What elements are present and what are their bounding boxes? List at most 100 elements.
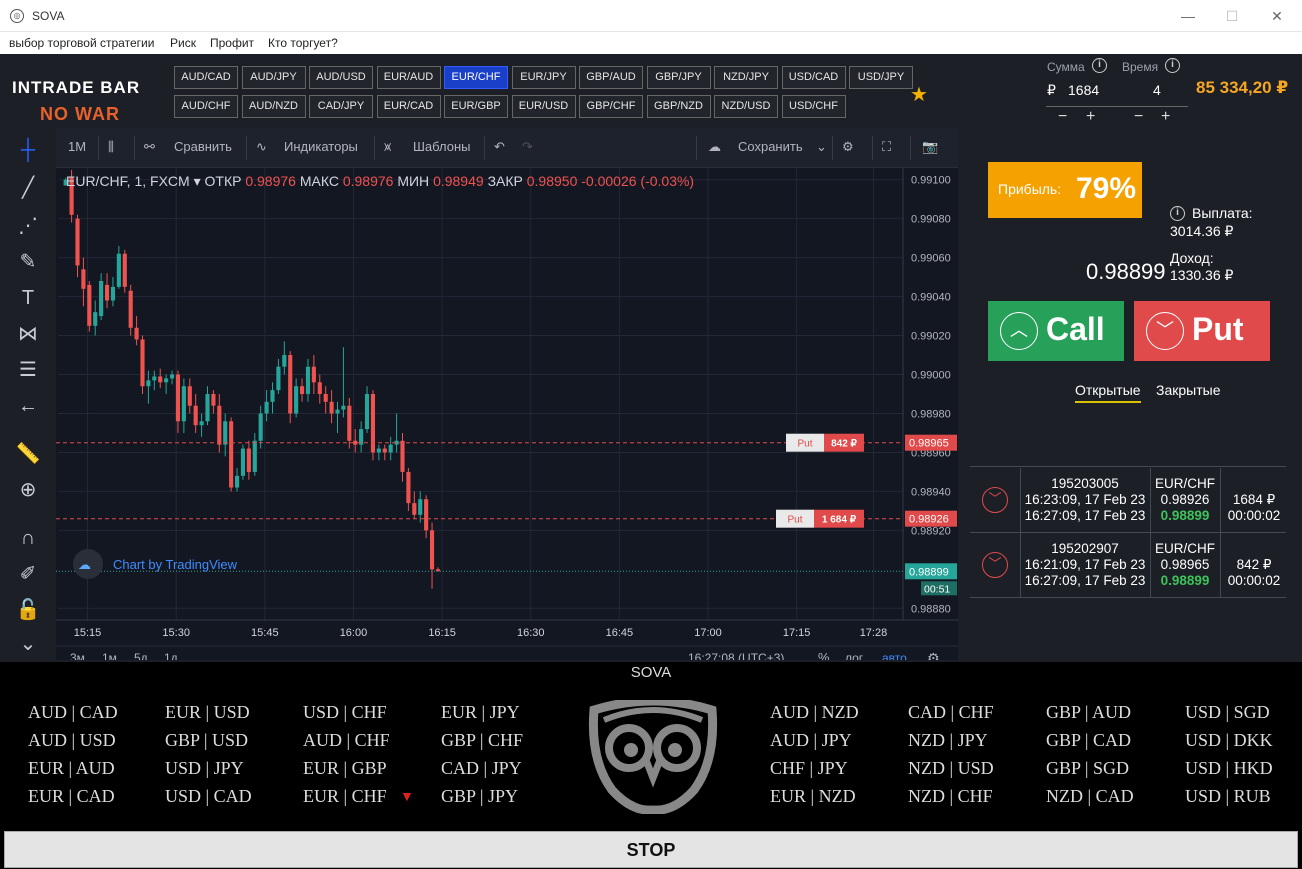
fib-tool-icon[interactable]: ⋰ bbox=[14, 212, 42, 240]
sova-pair-aud-nzd[interactable]: AUD | NZD bbox=[770, 702, 859, 723]
templates-icon[interactable]: ⩙ bbox=[384, 139, 391, 155]
compare-icon[interactable]: ⚯ bbox=[144, 139, 155, 155]
sova-pair-usd-jpy[interactable]: USD | JPY bbox=[165, 758, 244, 779]
menu-risk[interactable]: Риск bbox=[170, 36, 196, 50]
put-button[interactable]: ﹀ Put bbox=[1134, 301, 1270, 361]
back-arrow-icon[interactable]: ← bbox=[14, 392, 42, 420]
menu-strategy[interactable]: выбор торговой стратегии bbox=[9, 36, 154, 50]
sova-pair-cad-chf[interactable]: CAD | CHF bbox=[908, 702, 994, 723]
pair-button-eur-usd[interactable]: EUR/USD bbox=[511, 95, 576, 118]
pair-button-aud-chf[interactable]: AUD/CHF bbox=[174, 95, 238, 118]
trade-row[interactable]: ﹀ 195203005 16:23:09, 17 Feb 23 16:27:09, 1… bbox=[970, 468, 1286, 533]
chart-watermark[interactable]: Chart by TradingView bbox=[113, 557, 238, 572]
favorite-star-icon[interactable]: ★ bbox=[910, 82, 928, 107]
sova-pair-cad-jpy[interactable]: CAD | JPY bbox=[441, 758, 522, 779]
ruler-icon[interactable]: 📏 bbox=[14, 440, 42, 468]
percent-scale-button[interactable]: % bbox=[818, 650, 830, 660]
sova-pair-eur-cad[interactable]: EUR | CAD bbox=[28, 786, 115, 807]
time-input[interactable]: 4 bbox=[1153, 82, 1161, 98]
scale-settings-gear-icon[interactable]: ⚙ bbox=[927, 651, 940, 660]
save-button[interactable]: Сохранить bbox=[738, 139, 803, 154]
zoom-in-icon[interactable]: ⊕ bbox=[14, 476, 42, 504]
compare-button[interactable]: Сравнить bbox=[174, 139, 232, 154]
pair-button-eur-chf[interactable]: EUR/CHF bbox=[444, 66, 508, 89]
sova-pair-gbp-cad[interactable]: GBP | CAD bbox=[1046, 730, 1131, 751]
indicators-icon[interactable]: ∿ bbox=[256, 139, 267, 155]
sova-pair-gbp-jpy[interactable]: GBP | JPY bbox=[441, 786, 518, 807]
sova-pair-aud-chf[interactable]: AUD | CHF bbox=[303, 730, 390, 751]
trend-line-icon[interactable]: ╱ bbox=[14, 174, 42, 202]
log-scale-button[interactable]: лог bbox=[845, 651, 864, 660]
amount-minus-button[interactable]: − bbox=[1058, 109, 1067, 125]
pair-button-nzd-usd[interactable]: NZD/USD bbox=[714, 95, 778, 118]
call-button[interactable]: ︿ Call bbox=[988, 301, 1124, 361]
pair-button-gbp-chf[interactable]: GBP/CHF bbox=[579, 95, 643, 118]
maximize-button[interactable]: ☐ bbox=[1220, 6, 1244, 26]
sova-pair-gbp-sgd[interactable]: GBP | SGD bbox=[1046, 758, 1129, 779]
sova-pair-gbp-usd[interactable]: GBP | USD bbox=[165, 730, 248, 751]
sova-pair-eur-gbp[interactable]: EUR | GBP bbox=[303, 758, 387, 779]
pattern-icon[interactable]: ⋈ bbox=[14, 320, 42, 348]
sova-pair-nzd-chf[interactable]: NZD | CHF bbox=[908, 786, 993, 807]
amount-input[interactable]: 1684 bbox=[1068, 82, 1099, 98]
sova-pair-eur-nzd[interactable]: EUR | NZD bbox=[770, 786, 856, 807]
menu-who-trades[interactable]: Кто торгует? bbox=[268, 36, 338, 50]
range-button-1[interactable]: 1м bbox=[102, 651, 117, 660]
pair-button-gbp-nzd[interactable]: GBP/NZD bbox=[646, 95, 711, 118]
templates-button[interactable]: Шаблоны bbox=[413, 139, 471, 154]
crosshair-icon[interactable]: ┼ bbox=[14, 136, 42, 164]
pair-button-eur-cad[interactable]: EUR/CAD bbox=[376, 95, 441, 118]
trade-row[interactable]: ﹀ 195202907 16:21:09, 17 Feb 23 16:27:09, 1… bbox=[970, 533, 1286, 598]
pair-button-gbp-jpy[interactable]: GBP/JPY bbox=[646, 66, 711, 89]
screenshot-camera-icon[interactable]: 📷 bbox=[922, 139, 938, 155]
auto-scale-button[interactable]: авто bbox=[882, 651, 907, 660]
time-info-icon[interactable]: i bbox=[1165, 58, 1180, 73]
tab-closed-trades[interactable]: Закрытые bbox=[1156, 382, 1220, 398]
sova-pair-usd-rub[interactable]: USD | RUB bbox=[1185, 786, 1271, 807]
sova-pair-usd-hkd[interactable]: USD | HKD bbox=[1185, 758, 1273, 779]
sova-pair-eur-aud[interactable]: EUR | AUD bbox=[28, 758, 115, 779]
expand-down-icon[interactable]: ⌄ bbox=[14, 630, 42, 658]
sova-pair-eur-usd[interactable]: EUR | USD bbox=[165, 702, 250, 723]
redo-icon[interactable]: ↷ bbox=[522, 139, 533, 155]
pair-button-cad-jpy[interactable]: CAD/JPY bbox=[309, 95, 373, 118]
menu-profit[interactable]: Профит bbox=[210, 36, 254, 50]
range-button-2[interactable]: 5д bbox=[134, 651, 148, 660]
candles-style-icon[interactable]: ⫼ bbox=[108, 139, 114, 155]
sova-pair-gbp-aud[interactable]: GBP | AUD bbox=[1046, 702, 1131, 723]
interval-button[interactable]: 1M bbox=[68, 139, 86, 154]
brush-icon[interactable]: ✎ bbox=[14, 248, 42, 276]
pair-button-eur-jpy[interactable]: EUR/JPY bbox=[511, 66, 576, 89]
sova-pair-usd-chf[interactable]: USD | CHF bbox=[303, 702, 387, 723]
pair-button-gbp-aud[interactable]: GBP/AUD bbox=[579, 66, 643, 89]
sova-pair-chf-jpy[interactable]: CHF | JPY bbox=[770, 758, 848, 779]
settings-gear-icon[interactable]: ⚙ bbox=[842, 139, 854, 155]
range-button-3[interactable]: 1д bbox=[164, 651, 178, 660]
sova-pair-gbp-chf[interactable]: GBP | CHF bbox=[441, 730, 523, 751]
close-button[interactable]: ✕ bbox=[1265, 6, 1289, 26]
minimize-button[interactable]: — bbox=[1176, 6, 1200, 26]
pair-button-aud-nzd[interactable]: AUD/NZD bbox=[241, 95, 306, 118]
pair-button-usd-chf[interactable]: USD/CHF bbox=[781, 95, 846, 118]
range-button-0[interactable]: 3м bbox=[70, 651, 85, 660]
time-plus-button[interactable]: + bbox=[1161, 109, 1170, 125]
payout-info-icon[interactable]: i bbox=[1170, 206, 1185, 221]
amount-info-icon[interactable]: i bbox=[1092, 58, 1107, 73]
lock-icon[interactable]: 🔓 bbox=[14, 596, 42, 624]
fullscreen-icon[interactable]: ⛶ bbox=[882, 139, 891, 155]
candlestick-chart[interactable]: 0.99100 0.99080 0.99060 0.99040 0.99020 0.990… bbox=[56, 168, 958, 660]
sova-pair-aud-usd[interactable]: AUD | USD bbox=[28, 730, 116, 751]
sova-pair-eur-jpy[interactable]: EUR | JPY bbox=[441, 702, 520, 723]
sova-pair-aud-cad[interactable]: AUD | CAD bbox=[28, 702, 118, 723]
pair-button-aud-jpy[interactable]: AUD/JPY bbox=[241, 66, 306, 89]
pair-button-nzd-jpy[interactable]: NZD/JPY bbox=[714, 66, 778, 89]
prediction-icon[interactable]: ☰ bbox=[14, 356, 42, 384]
indicators-button[interactable]: Индикаторы bbox=[284, 139, 358, 154]
undo-icon[interactable]: ↶ bbox=[494, 139, 505, 155]
pair-button-aud-usd[interactable]: AUD/USD bbox=[309, 66, 373, 89]
lock-drawing-icon[interactable]: ✐ bbox=[14, 560, 42, 588]
stop-button[interactable]: STOP bbox=[4, 831, 1298, 868]
time-minus-button[interactable]: − bbox=[1134, 109, 1143, 125]
pair-button-eur-aud[interactable]: EUR/AUD bbox=[376, 66, 441, 89]
amount-plus-button[interactable]: + bbox=[1086, 109, 1095, 125]
